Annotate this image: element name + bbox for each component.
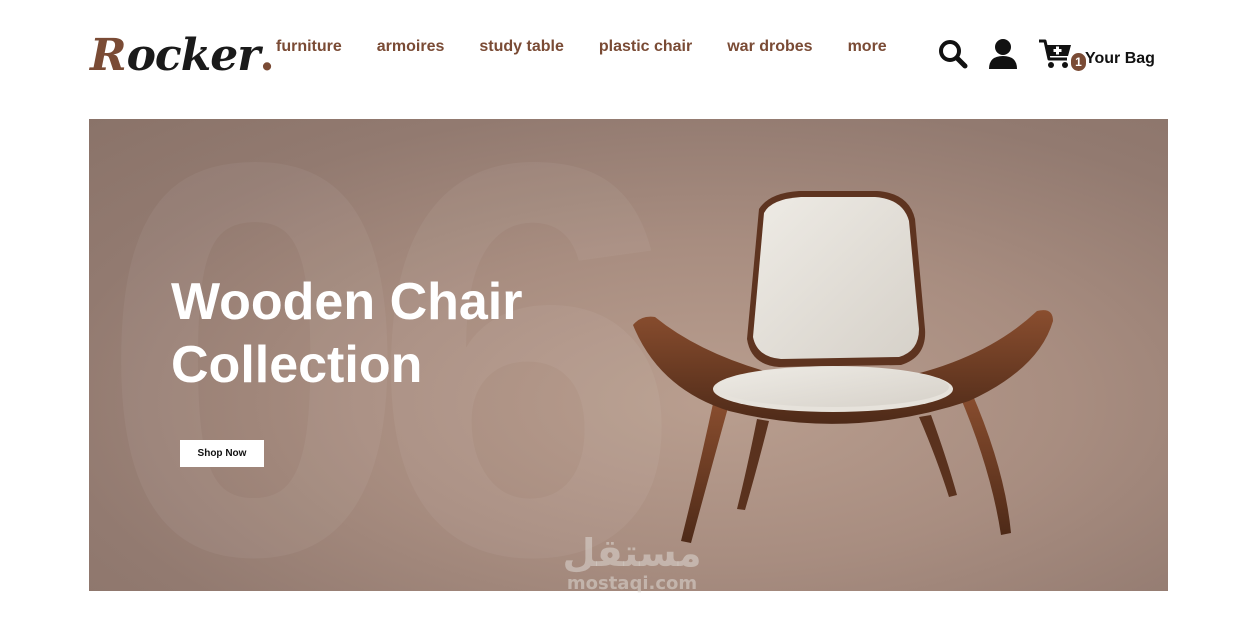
nav-item-furniture[interactable]: furniture	[276, 38, 342, 56]
nav-item-plastic-chair[interactable]: plastic chair	[599, 38, 692, 56]
cart-count-badge: 1	[1071, 53, 1086, 71]
hero-banner: 06 Wooden Chair Collection Shop Now	[89, 119, 1168, 591]
hero-title-line1: Wooden Chair	[171, 273, 523, 331]
shop-now-button[interactable]: Shop Now	[180, 440, 264, 467]
site-header: Rocker. furniture armoires study table p…	[0, 0, 1258, 105]
hero-title-line2: Collection	[171, 336, 423, 394]
watermark-latin: mostaqi.com	[566, 573, 698, 594]
user-icon[interactable]	[988, 38, 1020, 70]
main-nav: furniture armoires study table plastic c…	[276, 38, 922, 56]
hero-title: Wooden Chair Collection	[171, 271, 591, 397]
nav-item-more[interactable]: more	[848, 38, 887, 56]
watermark-arabic: مستقل	[562, 531, 702, 575]
logo-text: ocker	[126, 30, 261, 81]
mostaqi-watermark: مستقل mostaqi.com	[552, 533, 712, 595]
brand-logo[interactable]: Rocker.	[90, 22, 275, 78]
nav-item-study-table[interactable]: study table	[479, 38, 563, 56]
wooden-chair-image	[633, 191, 1053, 543]
nav-item-armoires[interactable]: armoires	[377, 38, 445, 56]
nav-item-war-drobes[interactable]: war drobes	[727, 38, 812, 56]
logo-dot: .	[259, 30, 275, 81]
search-icon[interactable]	[937, 38, 969, 70]
your-bag-link[interactable]: Your Bag	[1085, 50, 1155, 68]
logo-initial: R	[90, 30, 127, 81]
